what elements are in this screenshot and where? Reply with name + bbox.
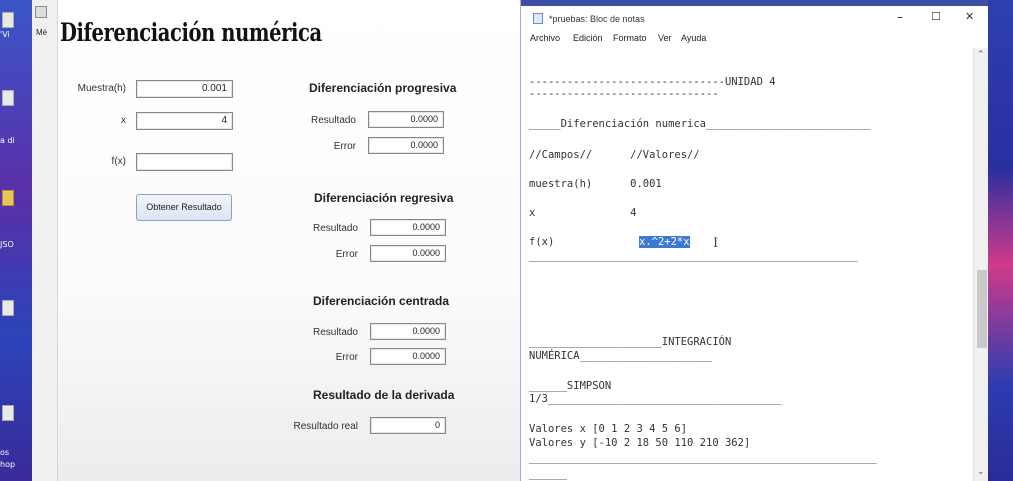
desktop-file-icon[interactable] xyxy=(2,300,14,316)
selected-text: x.^2+2*x xyxy=(639,236,690,248)
text-line: _____Diferenciación numerica____________… xyxy=(529,118,871,130)
regresiva-error-field[interactable]: 0.0000 xyxy=(370,245,446,262)
progresiva-error-label: Error xyxy=(333,141,356,152)
progresiva-error-field[interactable]: 0.0000 xyxy=(368,137,444,154)
progresiva-resultado-label: Resultado xyxy=(310,115,356,126)
notepad-menubar: Archivo Edición Formato Ver Ayuda xyxy=(521,30,989,48)
text-cursor-icon: I xyxy=(713,236,719,251)
text-line: Valores x [0 1 2 3 4 5 6] xyxy=(529,423,688,435)
text-line: 1/3_____________________________________ xyxy=(529,393,782,405)
desktop-label: os xyxy=(0,448,10,457)
text-line: -------------------------------UNIDAD 4 xyxy=(529,76,776,88)
centrada-resultado-field[interactable]: 0.0000 xyxy=(370,323,446,340)
diferenciacion-app-window: Mé Diferenciación numérica Muestra(h) 0.… xyxy=(32,0,520,481)
notepad-window: *pruebas: Bloc de notas – ☐ ✕ Archivo Ed… xyxy=(520,0,989,481)
notepad-text-area[interactable]: -------------------------------UNIDAD 4 … xyxy=(521,48,973,481)
regresiva-resultado-field[interactable]: 0.0000 xyxy=(370,219,446,236)
regresiva-resultado-label: Resultado xyxy=(312,223,358,234)
menu-formato[interactable]: Formato xyxy=(613,33,647,43)
scrollbar-thumb[interactable] xyxy=(977,270,987,348)
x-input[interactable]: 4 xyxy=(136,112,233,130)
notepad-titlebar[interactable]: *pruebas: Bloc de notas – ☐ ✕ xyxy=(521,6,989,30)
text-line: f(x) xyxy=(529,236,555,248)
centrada-resultado-label: Resultado xyxy=(312,327,358,338)
notepad-title: *pruebas: Bloc de notas xyxy=(549,14,645,24)
text-line: x 4 xyxy=(529,207,637,219)
text-line: _____________________INTEGRACIÓN xyxy=(529,336,732,348)
close-icon[interactable]: ✕ xyxy=(965,10,974,23)
minimize-icon[interactable]: – xyxy=(897,10,903,24)
desktop-file-icon[interactable] xyxy=(2,12,14,28)
resultado-real-label: Resultado real xyxy=(293,421,358,432)
text-line: Valores y [-10 2 18 50 110 210 362] xyxy=(529,437,751,449)
menu-ver[interactable]: Ver xyxy=(658,33,672,43)
app-icon xyxy=(35,6,47,18)
scroll-down-icon[interactable]: ⌄ xyxy=(977,466,985,477)
desktop-left-strip: 'Vi a di JSO os hop xyxy=(0,0,32,481)
fx-label: f(x) xyxy=(111,156,126,167)
desktop-file-icon[interactable] xyxy=(2,405,14,421)
page-title: Diferenciación numérica xyxy=(60,18,322,47)
menu-ayuda[interactable]: Ayuda xyxy=(681,33,706,43)
resultado-real-field[interactable]: 0 xyxy=(370,417,446,434)
obtener-resultado-button[interactable]: Obtener Resultado xyxy=(136,194,232,221)
text-line: ________________________________________… xyxy=(529,452,877,464)
desktop-label: 'Vi xyxy=(0,30,10,39)
centrada-error-field[interactable]: 0.0000 xyxy=(370,348,446,365)
maximize-icon[interactable]: ☐ xyxy=(931,10,941,23)
muestra-label: Muestra(h) xyxy=(77,83,126,94)
text-line: ______SIMPSON xyxy=(529,380,612,392)
desktop-label: hop xyxy=(0,460,16,469)
notepad-scrollbar[interactable]: ⌃ ⌄ xyxy=(973,48,989,481)
fx-input[interactable] xyxy=(136,153,233,171)
notepad-icon xyxy=(533,13,543,24)
desktop-folder-icon[interactable] xyxy=(2,190,14,206)
app-window-edge: Mé xyxy=(32,0,58,481)
regresiva-heading: Diferenciación regresiva xyxy=(314,191,454,205)
centrada-heading: Diferenciación centrada xyxy=(313,294,450,308)
regresiva-error-label: Error xyxy=(335,249,358,260)
text-line: ______ xyxy=(529,468,567,480)
app-edge-label: Mé xyxy=(36,28,48,37)
progresiva-heading: Diferenciación progresiva xyxy=(309,81,457,95)
menu-archivo[interactable]: Archivo xyxy=(530,33,560,43)
muestra-input[interactable]: 0.001 xyxy=(136,80,233,98)
text-line: //Campos// //Valores// xyxy=(529,149,700,161)
text-line: ------------------------------ xyxy=(529,88,719,100)
text-line: ________________________________________… xyxy=(529,250,858,262)
progresiva-resultado-field[interactable]: 0.0000 xyxy=(368,111,444,128)
menu-edicion[interactable]: Edición xyxy=(573,33,603,43)
desktop-label: JSO xyxy=(0,240,14,249)
derivada-heading: Resultado de la derivada xyxy=(313,388,455,402)
desktop-right-strip xyxy=(988,0,1013,481)
x-label: x xyxy=(121,115,126,126)
scroll-up-icon[interactable]: ⌃ xyxy=(977,49,985,60)
text-line: NUMÉRICA_____________________ xyxy=(529,350,713,362)
text-line: muestra(h) 0.001 xyxy=(529,178,662,190)
desktop-label: a di xyxy=(0,136,15,145)
centrada-error-label: Error xyxy=(335,352,358,363)
desktop-recycle-icon[interactable] xyxy=(2,90,14,106)
